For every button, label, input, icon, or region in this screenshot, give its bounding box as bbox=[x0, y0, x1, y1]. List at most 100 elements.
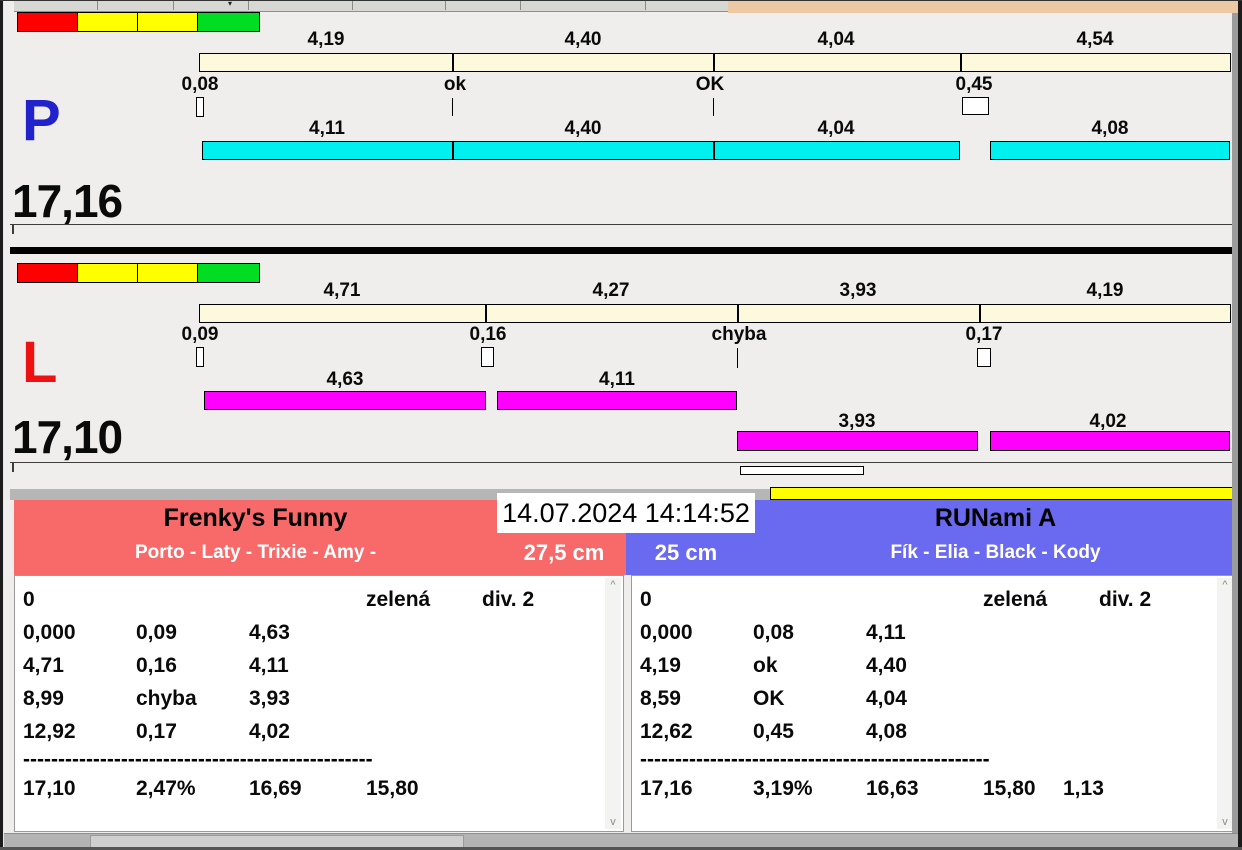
cell-value bbox=[482, 715, 603, 748]
lane-p-label: P bbox=[22, 88, 61, 153]
cell-value: 12,92 bbox=[23, 720, 76, 743]
changeover-label: chyba bbox=[711, 324, 767, 345]
cell-value bbox=[1099, 649, 1215, 682]
changeover-tick-box bbox=[196, 347, 204, 367]
cell-value bbox=[366, 616, 482, 649]
totals-row: 17,16 3,19% 16,63 15,80 1,13 bbox=[632, 772, 1215, 805]
changeover-label: 0,45 bbox=[955, 74, 993, 95]
jump-height-label: 27,5 cm bbox=[523, 540, 605, 565]
horizontal-scrollbar[interactable] bbox=[3, 833, 1238, 848]
cell-value: 0,000 bbox=[23, 621, 76, 644]
toolbar-strip[interactable]: ▾ bbox=[14, 0, 728, 12]
bar-divider bbox=[452, 54, 454, 71]
vertical-scrollbar[interactable]: ^ v bbox=[1217, 578, 1233, 829]
scroll-down-icon[interactable]: v bbox=[1217, 815, 1233, 829]
results-text: 0 zelená div. 2 0,000 0,08 4,11 4,19 ok 4,40 8,59… bbox=[632, 583, 1215, 805]
results-text: 0 zelená div. 2 0,000 0,09 4,63 4,71 0,16 4,11 8,… bbox=[15, 583, 603, 805]
scroll-up-icon[interactable]: ^ bbox=[605, 578, 621, 592]
jump-height-label: 25 cm bbox=[654, 540, 718, 565]
separator-row: ----------------------------------------… bbox=[23, 748, 373, 771]
changeover-label: ok bbox=[443, 74, 467, 95]
cell-value: 4,11 bbox=[249, 654, 289, 677]
lane-p-total-time: 17,16 bbox=[12, 175, 123, 227]
cell-value: OK bbox=[753, 687, 785, 710]
dropdown-arrow-icon[interactable]: ▾ bbox=[228, 0, 232, 9]
changeover-tick-box bbox=[196, 97, 204, 117]
cell-value: 8,99 bbox=[23, 687, 64, 710]
dog-time-bar bbox=[497, 391, 737, 410]
cell-value: 0,08 bbox=[753, 621, 794, 644]
changeover-tick-line bbox=[452, 98, 453, 116]
split-time-label: 4,19 bbox=[1086, 280, 1124, 301]
cell-value bbox=[446, 772, 603, 805]
baseline-tick bbox=[12, 463, 14, 472]
team-dogs: Fík - Elia - Black - Kody bbox=[890, 542, 1101, 563]
window-right-border bbox=[1238, 0, 1242, 850]
cell-value bbox=[983, 715, 1099, 748]
bar-divider bbox=[452, 142, 454, 159]
dog-time-label: 3,93 bbox=[838, 411, 876, 432]
cell-value: 0 bbox=[640, 588, 652, 611]
toolbar-separator bbox=[248, 1, 249, 10]
cell-value: 4,08 bbox=[866, 720, 907, 743]
desktop-background-strip bbox=[728, 0, 1242, 13]
cell-value: 4,40 bbox=[866, 654, 907, 677]
changeover-label: OK bbox=[695, 74, 725, 95]
lane-l-label: L bbox=[22, 330, 58, 395]
dog-time-label: 4,11 bbox=[309, 118, 345, 139]
cell-value: 4,63 bbox=[249, 621, 290, 644]
toolbar-separator bbox=[445, 1, 446, 10]
split-time-label: 3,93 bbox=[839, 280, 877, 301]
result-row: 0,000 0,08 4,11 bbox=[632, 616, 1215, 649]
changeover-tick-box bbox=[962, 97, 989, 115]
dog-time-label: 4,04 bbox=[817, 118, 855, 139]
scroll-up-icon[interactable]: ^ bbox=[1217, 578, 1233, 592]
dog-time-label: 4,40 bbox=[564, 118, 602, 139]
flyball-timing-app: { "toolbar": { "dropdown_glyph": "▾" }, … bbox=[0, 0, 1242, 850]
bar-divider bbox=[737, 305, 739, 322]
result-strip-box bbox=[740, 466, 864, 475]
cell-value: 0,16 bbox=[136, 654, 177, 677]
changeover-label: 0,17 bbox=[965, 324, 1003, 345]
result-row: 8,99 chyba 3,93 bbox=[15, 682, 603, 715]
cell-value: 12,62 bbox=[640, 720, 693, 743]
cell-value: zelená bbox=[983, 588, 1048, 611]
cell-value bbox=[983, 682, 1099, 715]
split-time-label: 4,19 bbox=[307, 29, 345, 50]
cell-value: chyba bbox=[136, 687, 197, 710]
lane-divider-bar bbox=[10, 247, 1238, 254]
cell-value bbox=[1099, 616, 1215, 649]
split-time-label: 4,40 bbox=[564, 29, 602, 50]
cell-value: 0,000 bbox=[640, 621, 693, 644]
cell-value: 4,71 bbox=[23, 654, 64, 677]
cell-value: 0,45 bbox=[753, 720, 794, 743]
run-status-legend bbox=[17, 12, 260, 32]
dog-time-bar bbox=[990, 431, 1230, 451]
cell-value: 15,80 bbox=[983, 777, 1036, 800]
legend-yellow2-swatch bbox=[138, 13, 198, 31]
result-row: 12,62 0,45 4,08 bbox=[632, 715, 1215, 748]
dog-time-bar bbox=[202, 141, 960, 160]
window-left-border-highlight bbox=[3, 0, 4, 850]
dog-time-label: 4,02 bbox=[1089, 411, 1127, 432]
cell-value: 8,59 bbox=[640, 687, 681, 710]
cell-value: 2,47% bbox=[136, 777, 196, 800]
vertical-scrollbar[interactable]: ^ v bbox=[605, 578, 621, 829]
changeover-tick-box bbox=[481, 347, 494, 367]
result-row: 0 zelená div. 2 bbox=[15, 583, 603, 616]
cell-value bbox=[866, 583, 983, 616]
legend-yellow2-swatch bbox=[138, 264, 198, 282]
result-row: 8,59 OK 4,04 bbox=[632, 682, 1215, 715]
sensor-time-bar bbox=[199, 53, 1231, 72]
cell-value bbox=[983, 649, 1099, 682]
cell-value: 4,02 bbox=[249, 720, 290, 743]
toolbar-separator bbox=[352, 1, 353, 10]
run-status-legend bbox=[17, 263, 260, 283]
dog-time-label: 4,08 bbox=[1091, 118, 1129, 139]
bar-divider bbox=[960, 54, 962, 71]
window-top-border bbox=[0, 0, 1242, 1]
scroll-down-icon[interactable]: v bbox=[605, 815, 621, 829]
legend-yellow-swatch bbox=[78, 13, 138, 31]
team-name: RUNami A bbox=[934, 504, 1057, 532]
result-row: 4,19 ok 4,40 bbox=[632, 649, 1215, 682]
